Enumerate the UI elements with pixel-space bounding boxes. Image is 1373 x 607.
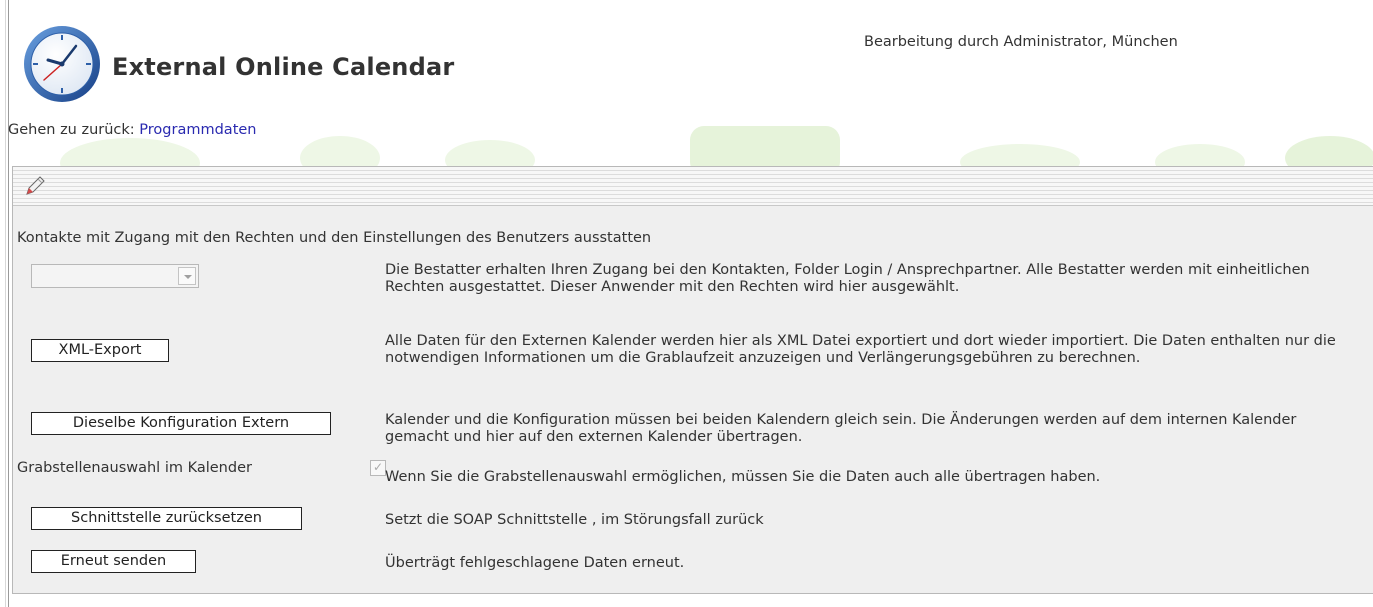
panel-toolbar [13, 167, 1373, 206]
chevron-down-icon[interactable] [178, 267, 196, 285]
reset-interface-button[interactable]: Schnittstelle zurücksetzen [31, 507, 302, 530]
pencil-icon[interactable] [23, 174, 47, 198]
grave-selection-description: Wenn Sie die Grabstellenauswahl ermöglic… [385, 469, 1101, 485]
breadcrumb: Gehen zu zurück: Programmdaten [8, 122, 257, 138]
page-header: External Online Calendar Bearbeitung dur… [0, 0, 1373, 110]
user-info: Bearbeitung durch Administrator, München [864, 34, 1178, 50]
xml-export-button[interactable]: XML-Export [31, 339, 169, 362]
user-select-description: Die Bestatter erhalten Ihren Zugang bei … [385, 262, 1310, 295]
checkmark-icon: ✓ [373, 460, 384, 474]
grave-selection-checkbox[interactable]: ✓ [370, 460, 386, 476]
breadcrumb-link-programmdaten[interactable]: Programmdaten [139, 122, 256, 138]
clock-icon [24, 26, 100, 102]
app-title: External Online Calendar [112, 53, 455, 81]
grave-selection-label: Grabstellenauswahl im Kalender [17, 460, 252, 476]
same-config-description: Kalender und die Konfiguration müssen be… [385, 412, 1297, 445]
resend-button[interactable]: Erneut senden [31, 550, 196, 573]
section-title: Kontakte mit Zugang mit den Rechten und … [17, 230, 652, 246]
settings-panel: Kontakte mit Zugang mit den Rechten und … [12, 166, 1373, 594]
breadcrumb-prefix: Gehen zu zurück: [8, 122, 140, 138]
resend-description: Überträgt fehlgeschlagene Daten erneut. [385, 555, 685, 571]
xml-export-description: Alle Daten für den Externen Kalender wer… [385, 333, 1336, 366]
user-select-dropdown[interactable] [31, 264, 199, 288]
reset-interface-description: Setzt die SOAP Schnittstelle , im Störun… [385, 512, 764, 528]
same-config-extern-button[interactable]: Dieselbe Konfiguration Extern [31, 412, 331, 435]
